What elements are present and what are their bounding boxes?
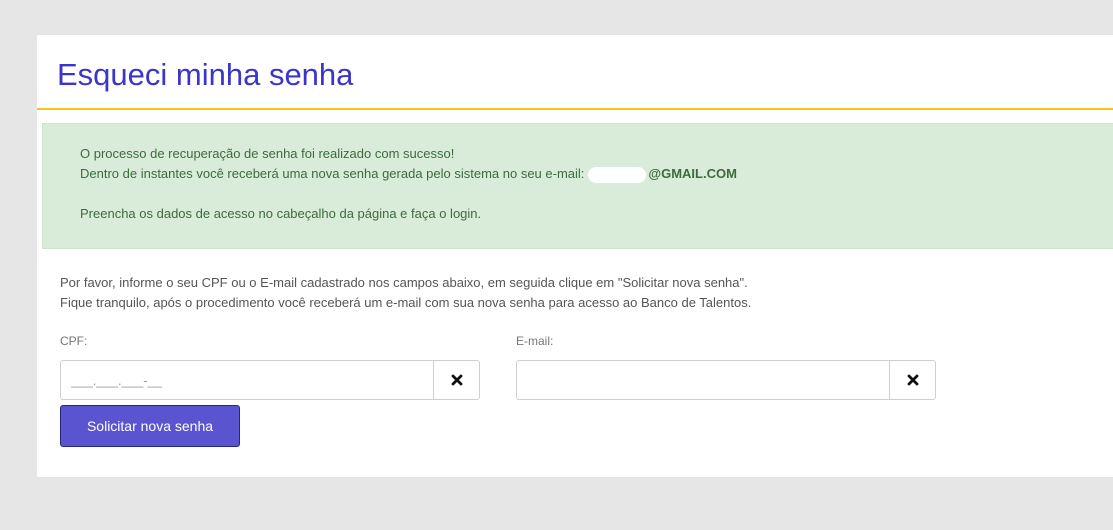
email-input[interactable] <box>516 360 889 400</box>
success-alert: O processo de recuperação de senha foi r… <box>42 123 1113 249</box>
alert-email-text: Dentro de instantes você receberá uma no… <box>80 166 585 181</box>
instructions-line-1: Por favor, informe o seu CPF ou o E-mail… <box>60 275 748 290</box>
page-title: Esqueci minha senha <box>57 57 354 92</box>
email-clear-button[interactable] <box>889 360 936 400</box>
redacted-email-user <box>588 166 647 183</box>
request-new-password-button[interactable]: Solicitar nova senha <box>60 405 240 447</box>
times-icon <box>907 374 918 386</box>
instructions: Por favor, informe o seu CPF ou o E-mail… <box>60 273 751 313</box>
instructions-line-2: Fique tranquilo, após o procedimento voc… <box>60 295 752 310</box>
cpf-label: CPF: <box>60 334 88 348</box>
cpf-input-group <box>60 360 480 400</box>
cpf-clear-button[interactable] <box>433 360 480 400</box>
alert-email-domain: @GMAIL.COM <box>648 166 737 181</box>
times-icon <box>451 374 462 386</box>
card-header: Esqueci minha senha <box>37 35 1113 110</box>
email-input-group <box>516 360 936 400</box>
alert-line-success: O processo de recuperação de senha foi r… <box>80 146 455 161</box>
alert-line-email: Dentro de instantes você receberá uma no… <box>80 164 1113 184</box>
email-label: E-mail: <box>516 334 554 348</box>
alert-line-login: Preencha os dados de acesso no cabeçalho… <box>80 206 482 221</box>
recovery-card: Esqueci minha senha O processo de recupe… <box>37 35 1113 477</box>
cpf-input[interactable] <box>60 360 433 400</box>
